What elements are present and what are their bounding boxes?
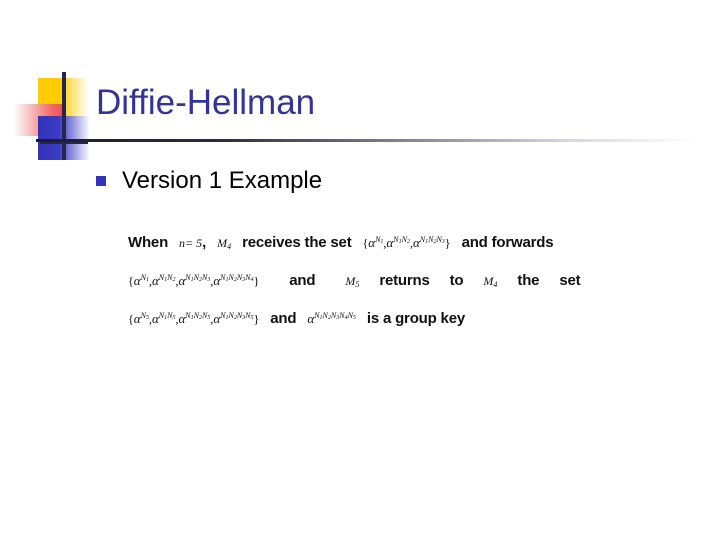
slide-canvas: Diffie-Hellman Version 1 Example When n= … bbox=[0, 0, 720, 540]
exp-2-3: N1N2N3 bbox=[185, 273, 211, 283]
set-line3: {αN5,αN1N5,αN1N2N5,αN1N2N3N5} bbox=[128, 311, 260, 326]
alpha-3-2: α bbox=[151, 311, 159, 326]
body-line-1: When n= 5, M4 receives the set {αN1,αN1N2,αN… bbox=[128, 230, 628, 257]
alpha-1-3: α bbox=[412, 235, 420, 250]
word-to: to bbox=[449, 272, 464, 289]
exp-3-4: N1N2N3N5 bbox=[220, 311, 254, 321]
alpha-2-1: α bbox=[133, 273, 141, 288]
set-line2: {αN1,αN1N2,αN1N2N3,αN1N2N3N4} bbox=[128, 273, 260, 288]
exp-3-1: N5 bbox=[140, 311, 149, 321]
word-and-line2: and bbox=[289, 272, 316, 289]
word-set: set bbox=[559, 272, 581, 289]
alpha-3-1: α bbox=[133, 311, 141, 326]
comma-1: , bbox=[202, 234, 207, 251]
phrase-receives-the-set: receives the set bbox=[242, 234, 352, 251]
body-line-3: {αN5,αN1N5,αN1N2N5,αN1N2N3N5} and αN1N2N3N… bbox=[128, 306, 628, 329]
word-the: the bbox=[517, 272, 540, 289]
logo-crosshair-vertical bbox=[62, 72, 66, 160]
exp-key: N1N2N3N4N5 bbox=[314, 311, 356, 321]
exp-3-3: N1N2N5 bbox=[185, 311, 211, 321]
var-m4-line2: M4 bbox=[483, 274, 498, 289]
var-m4-line1: M4 bbox=[217, 236, 232, 251]
phrase-and-forwards: and forwards bbox=[461, 234, 554, 251]
word-and-line3: and bbox=[270, 310, 297, 327]
body-line-2: {αN1,αN1N2,αN1N2N3,αN1N2N3N4} and M5 return… bbox=[128, 268, 628, 295]
title-underline-rule bbox=[36, 139, 696, 142]
square-bullet-icon bbox=[96, 176, 106, 186]
body-content: When n= 5, M4 receives the set {αN1,αN1N2,αN… bbox=[128, 230, 628, 340]
alpha-2-2: α bbox=[151, 273, 159, 288]
bullet-item: Version 1 Example bbox=[96, 166, 322, 196]
exp-3-2: N1N5 bbox=[158, 311, 176, 321]
exp-1-3: N1N2N3 bbox=[419, 235, 445, 245]
set-line1: {αN1,αN1N2,αN1N2N3} bbox=[362, 235, 451, 250]
var-m5: M5 bbox=[345, 274, 360, 289]
word-when: When bbox=[128, 234, 169, 251]
exp-1-2: N1N2 bbox=[393, 235, 410, 245]
exp-1-1: N1 bbox=[375, 235, 384, 245]
var-n: n= 5 bbox=[179, 236, 203, 250]
exp-2-1: N1 bbox=[140, 273, 149, 283]
slide-title: Diffie-Hellman bbox=[96, 83, 316, 122]
word-returns: returns bbox=[379, 272, 430, 289]
exp-2-4: N1N2N3N4 bbox=[220, 273, 254, 283]
decorative-logo bbox=[14, 72, 100, 160]
phrase-is-a-group-key: is a group key bbox=[366, 310, 465, 327]
group-key-expression: αN1N2N3N4N5 bbox=[307, 311, 356, 326]
exp-2-2: N1N2 bbox=[158, 273, 176, 283]
bullet-item-label: Version 1 Example bbox=[122, 167, 323, 194]
